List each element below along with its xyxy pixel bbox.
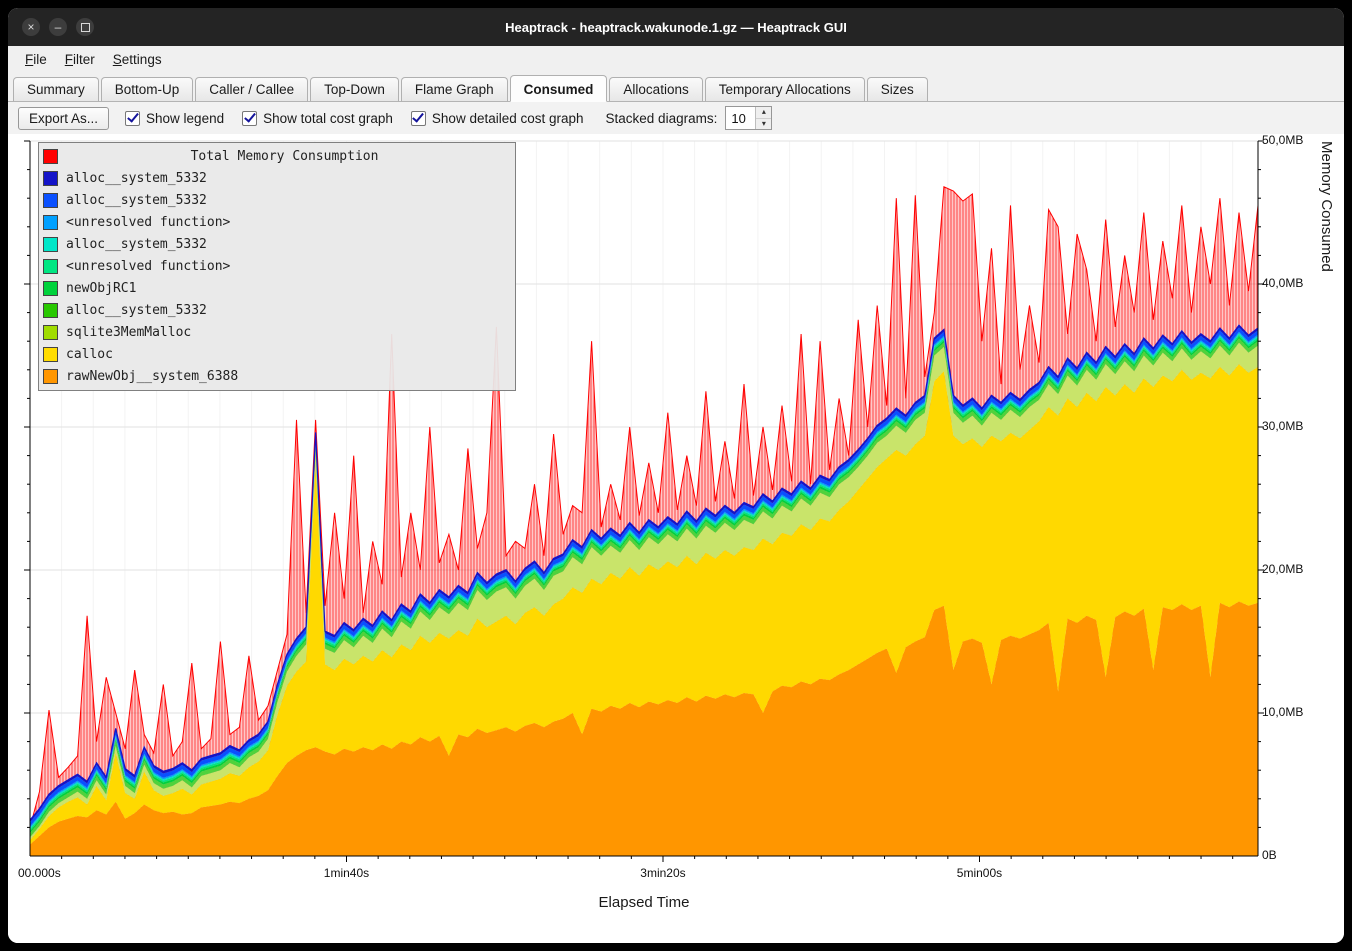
tab-sizes[interactable]: Sizes	[867, 77, 928, 102]
legend-item: alloc__system_5332	[43, 189, 511, 211]
menu-filter[interactable]: Filter	[56, 49, 104, 70]
legend-items: alloc__system_5332 alloc__system_5332 <unr…	[43, 167, 511, 387]
legend-label: alloc__system_5332	[66, 303, 207, 318]
tab-top-down[interactable]: Top-Down	[310, 77, 399, 102]
tab-summary[interactable]: Summary	[13, 77, 99, 102]
checkmark-icon	[127, 110, 139, 122]
maximize-icon	[81, 23, 90, 32]
legend-item: rawNewObj__system_6388	[43, 365, 511, 387]
legend-item: alloc__system_5332	[43, 233, 511, 255]
heaptrack-window: ×– Heaptrack - heaptrack.wakunode.1.gz —…	[8, 8, 1344, 943]
tab-flame-graph[interactable]: Flame Graph	[401, 77, 508, 102]
checkbox-box-icon	[411, 111, 426, 126]
checkbox-show-detailed-cost-graph[interactable]: Show detailed cost graph	[411, 111, 584, 126]
spin-up-icon[interactable]: ▴	[756, 107, 771, 119]
checkbox-label: Show detailed cost graph	[432, 111, 584, 126]
legend-item: calloc	[43, 343, 511, 365]
checkbox-show-legend[interactable]: Show legend	[125, 111, 224, 126]
window-controls: ×–	[22, 8, 94, 46]
tab-bar: SummaryBottom-UpCaller / CalleeTop-DownF…	[8, 72, 1344, 102]
tab-caller-callee[interactable]: Caller / Callee	[195, 77, 308, 102]
menu-settings[interactable]: Settings	[104, 49, 171, 70]
legend-label: alloc__system_5332	[66, 171, 207, 186]
legend-label: alloc__system_5332	[66, 193, 207, 208]
legend-label: <unresolved function>	[66, 215, 230, 230]
tab-bottom-up[interactable]: Bottom-Up	[101, 77, 194, 102]
legend-swatch	[43, 171, 58, 186]
menu-bar: FileFilterSettings	[8, 46, 1344, 72]
maximize-button[interactable]	[76, 18, 94, 36]
checkbox-label: Show total cost graph	[263, 111, 393, 126]
legend-item: <unresolved function>	[43, 211, 511, 233]
export-as-button[interactable]: Export As...	[18, 107, 109, 130]
legend-swatch	[43, 193, 58, 208]
legend-label: rawNewObj__system_6388	[66, 369, 238, 384]
spin-down-icon[interactable]: ▾	[756, 119, 771, 130]
legend-item: alloc__system_5332	[43, 299, 511, 321]
spinbox-value: 10	[726, 107, 755, 129]
checkmark-icon	[244, 110, 256, 122]
legend-swatch	[43, 237, 58, 252]
checkbox-show-total-cost-graph[interactable]: Show total cost graph	[242, 111, 393, 126]
legend-title: Total Memory Consumption	[58, 149, 511, 164]
legend-swatch	[43, 259, 58, 274]
stacked-diagrams-label: Stacked diagrams:	[606, 111, 718, 126]
titlebar: ×– Heaptrack - heaptrack.wakunode.1.gz —…	[8, 8, 1344, 46]
legend-item: sqlite3MemMalloc	[43, 321, 511, 343]
checkbox-box-icon	[125, 111, 140, 126]
legend-label: newObjRC1	[66, 281, 136, 296]
tab-temporary-allocations[interactable]: Temporary Allocations	[705, 77, 865, 102]
checkbox-label: Show legend	[146, 111, 224, 126]
legend-item: newObjRC1	[43, 277, 511, 299]
legend-label: sqlite3MemMalloc	[66, 325, 191, 340]
y-axis-title: Memory Consumed	[1318, 141, 1335, 856]
legend-swatch	[43, 215, 58, 230]
menu-file[interactable]: File	[16, 49, 56, 70]
tab-consumed[interactable]: Consumed	[510, 75, 608, 102]
close-button[interactable]: ×	[22, 18, 40, 36]
legend-label: <unresolved function>	[66, 259, 230, 274]
legend-item: <unresolved function>	[43, 255, 511, 277]
x-axis-title: Elapsed Time	[444, 894, 844, 911]
legend-label: alloc__system_5332	[66, 237, 207, 252]
total-memory-swatch	[43, 149, 58, 164]
legend-title-row: Total Memory Consumption	[43, 146, 511, 167]
legend-swatch	[43, 325, 58, 340]
chart-legend: Total Memory Consumption alloc__system_5…	[38, 142, 516, 391]
legend-swatch	[43, 281, 58, 296]
legend-item: alloc__system_5332	[43, 167, 511, 189]
spinbox-buttons: ▴ ▾	[755, 107, 771, 129]
minimize-button[interactable]: –	[49, 18, 67, 36]
stacked-diagrams-spinbox[interactable]: 10 ▴ ▾	[725, 106, 772, 130]
legend-swatch	[43, 369, 58, 384]
window-title: Heaptrack - heaptrack.wakunode.1.gz — He…	[8, 20, 1344, 35]
checkbox-box-icon	[242, 111, 257, 126]
legend-swatch	[43, 347, 58, 362]
checkmark-icon	[413, 110, 425, 122]
legend-label: calloc	[66, 347, 113, 362]
toolbar: Export As... Show legend Show total cost …	[8, 102, 1344, 134]
legend-swatch	[43, 303, 58, 318]
checkbox-group: Show legend Show total cost graph Show det…	[125, 111, 584, 126]
tab-allocations[interactable]: Allocations	[609, 77, 702, 102]
